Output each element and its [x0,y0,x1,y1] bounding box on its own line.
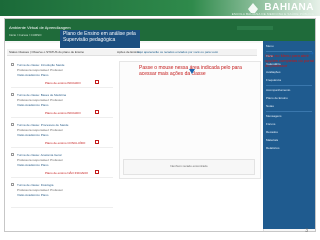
class-item[interactable]: Turma de classe: Anatomia Geral Professo… [11,151,113,178]
expand-icon[interactable] [11,123,14,126]
expand-icon[interactable] [11,183,14,186]
expand-icon[interactable] [11,93,14,96]
class-item-links[interactable]: Visão Acadêmico Plano [17,73,48,77]
class-item-links[interactable]: Visão Acadêmico Plano [17,103,48,107]
hover-indicator-icon [189,69,195,74]
sidebar-divider [266,85,312,86]
class-list: Turma de classe: Introdução Saúde Profes… [11,61,113,215]
bahiana-subtitle: ESCOLA BAHIANA DE MEDICINA E SAÚDE PÚBLI… [231,12,314,16]
sidebar-item[interactable]: Notas [266,104,274,108]
sidebar-item[interactable]: Relatórios [266,146,280,150]
expand-icon[interactable] [11,153,14,156]
sidebar-divider [266,111,312,112]
class-item-title[interactable]: Turma de classe: Processos de Saúde [17,123,68,127]
sidebar-item[interactable]: Fóruns [266,122,275,126]
status-label: Plano de ensino CONCLUÍDO [45,141,86,145]
status-label: Plano de ensino NÃO INICIADO [45,171,89,175]
class-item-sub: Professora responsável: Professor [17,98,64,102]
sidebar-item[interactable]: Frequência [266,78,281,82]
page-number: 3 [305,228,308,234]
class-item-title[interactable]: Turma de classe: Fisiologia [17,183,53,187]
class-item-title[interactable]: Turma de classe: Bases de Medicina [17,93,66,97]
user-menu[interactable] [237,26,273,30]
expand-icon[interactable] [11,63,14,66]
toolbar-messages-tip: Aqui aparecerão os recados enviados por … [137,50,218,54]
class-item-links[interactable]: Visão Acadêmico Plano [17,193,48,197]
class-item-sub: Professora responsável: Professor [17,128,64,132]
sidebar-item[interactable]: Avaliações [266,70,280,74]
toolbar-status-label: Status Classes | Observe o STATUS do pla… [9,50,85,54]
class-item-links[interactable]: Visão Acadêmico Plano [17,163,48,167]
menu-arrow-icon: ➜ [309,51,315,57]
sidebar-item[interactable]: Mensagens [266,114,282,118]
top-banner: BAHIANA ESCOLA BAHIANA DE MEDICINA E SAÚ… [0,0,320,16]
sidebar-item[interactable]: Plano de Ensino [266,96,288,100]
app-header: Ambiente Virtual de Aprendizagem Início … [5,19,315,41]
status-icon [95,140,99,144]
sidebar-item[interactable]: Recados [266,130,278,134]
class-item-sub: Professora responsável: Professor [17,68,64,72]
sidebar-menu: Menu Início Calendário Avaliações Frequê… [263,41,315,229]
class-item-title[interactable]: Turma de classe: Anatomia Geral [17,153,61,157]
class-item-sub: Professora responsável: Professor [17,158,64,162]
status-icon [95,110,99,114]
class-item[interactable]: Turma de classe: Fisiologia Professora r… [11,181,113,208]
class-item[interactable]: Turma de classe: Introdução Saúde Profes… [11,61,113,88]
class-item[interactable]: Turma de classe: Bases de Medicina Profe… [11,91,113,118]
class-item-sub: Professora responsável: Professor [17,188,64,192]
sidebar-divider [266,51,312,52]
class-item-title[interactable]: Turma de classe: Introdução Saúde [17,63,64,67]
status-icon [95,170,99,174]
status-icon [95,80,99,84]
plan-status-callout: Plano de Ensino em análise pela Supervis… [60,30,140,48]
class-item-links[interactable]: Visão Acadêmico Plano [17,133,48,137]
messages-empty-state: Nenhum recado encontrado [123,159,255,175]
screenshot-frame: Ambiente Virtual de Aprendizagem Início … [4,18,316,232]
breadcrumb[interactable]: Início / Cursos / CURSO [9,33,42,37]
sidebar-item[interactable]: Menu [266,44,274,48]
class-item[interactable]: Turma de classe: Processos de Saúde Prof… [11,121,113,148]
messages-empty-text: Nenhum recado encontrado [170,164,208,168]
status-label: Plano de ensino INICIADO [45,81,81,85]
sidebar-item[interactable]: Materiais [266,138,278,142]
status-label: Plano de ensino INICIADO [45,111,81,115]
sidebar-item[interactable]: Acompanhamento [266,88,290,92]
toolbar: Status Classes | Observe o STATUS do pla… [7,49,257,56]
